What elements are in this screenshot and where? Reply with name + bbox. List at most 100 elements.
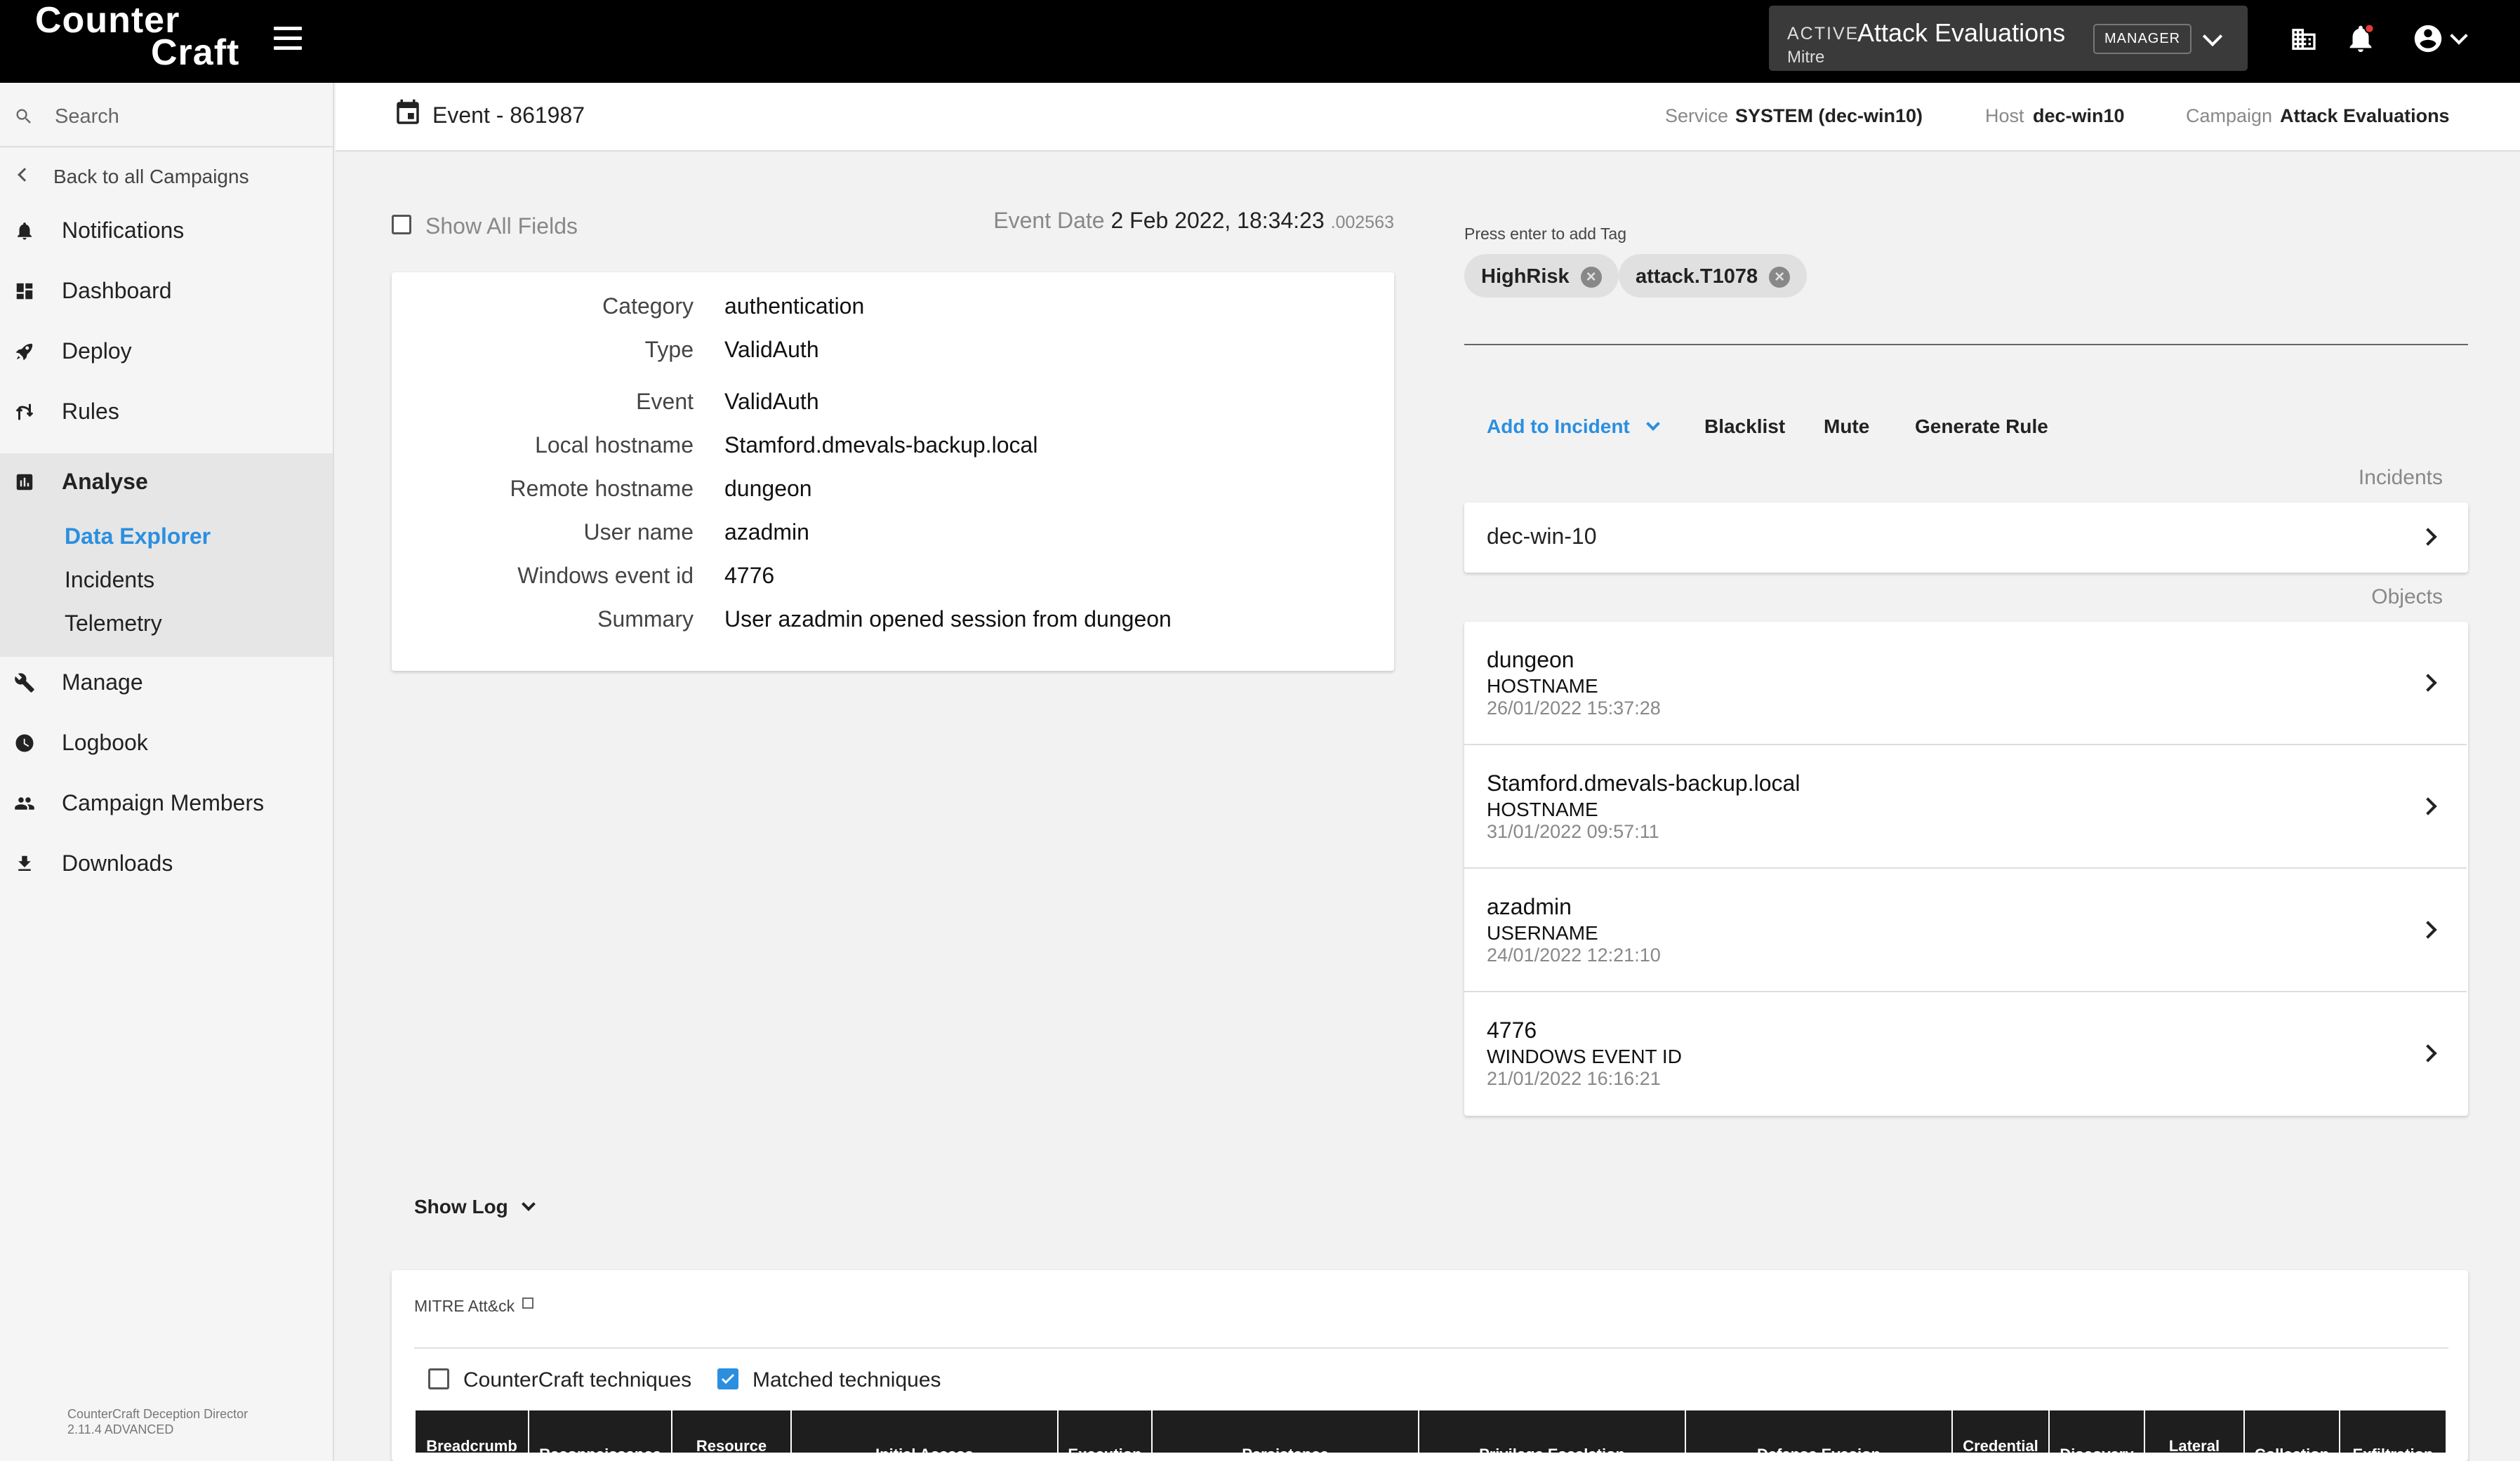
sidebar-item-downloads[interactable]: Downloads: [0, 834, 333, 894]
incident-name: dec-win-10: [1487, 523, 1597, 549]
sidebar-item-deploy[interactable]: Deploy: [0, 321, 333, 382]
chevron-right-icon: [2419, 921, 2437, 939]
field-value: dungeon: [724, 476, 812, 501]
sidebar-item-label: Dashboard: [62, 278, 172, 303]
object-type: HOSTNAME: [1487, 799, 1598, 820]
matrix-column-header: Reconnaissance: [529, 1410, 671, 1453]
cc-techniques-checkbox[interactable]: [428, 1368, 449, 1389]
tag-input-underline[interactable]: [1464, 344, 2468, 345]
sidebar-search[interactable]: Search: [0, 83, 333, 147]
sidebar-sub-data-explorer[interactable]: Data Explorer: [65, 523, 211, 549]
search-placeholder: Search: [55, 105, 119, 128]
show-log-button[interactable]: Show Log: [414, 1196, 536, 1218]
rocket-icon: [15, 343, 33, 361]
object-item[interactable]: 4776 WINDOWS EVENT ID 21/01/2022 16:16:2…: [1464, 992, 2467, 1116]
event-date-label: Event Date: [993, 208, 1105, 233]
divider: [414, 1347, 2448, 1349]
object-item[interactable]: azadmin USERNAME 24/01/2022 12:21:10: [1464, 869, 2467, 992]
object-date: 26/01/2022 15:37:28: [1487, 698, 1661, 719]
event-header: Event - 861987 Service SYSTEM (dec-win10…: [336, 83, 2520, 152]
field-key: Windows event id: [517, 563, 694, 588]
add-to-incident-label: Add to Incident: [1487, 415, 1630, 437]
field-value: User azadmin opened session from dungeon: [724, 606, 1172, 632]
account-icon[interactable]: [2412, 22, 2444, 55]
field-value: 4776: [724, 563, 775, 588]
remove-tag-icon[interactable]: ×: [1769, 267, 1791, 288]
matched-techniques-checkbox[interactable]: [717, 1368, 738, 1389]
show-log-label: Show Log: [414, 1196, 508, 1218]
download-icon: [18, 855, 31, 871]
mute-button[interactable]: Mute: [1824, 415, 1869, 438]
object-item[interactable]: dungeon HOSTNAME 26/01/2022 15:37:28: [1464, 622, 2467, 745]
field-key: Event: [636, 389, 694, 414]
sidebar-item-dashboard[interactable]: Dashboard: [0, 261, 333, 321]
chevron-down-icon: [2202, 26, 2223, 47]
object-date: 24/01/2022 12:21:10: [1487, 945, 1661, 966]
sidebar-sub-incidents[interactable]: Incidents: [65, 567, 154, 593]
objects-list: dungeon HOSTNAME 26/01/2022 15:37:28 Sta…: [1464, 622, 2468, 1116]
sidebar-item-label: Analyse: [62, 469, 148, 494]
event-fields-card: Category authentication Type ValidAuth E…: [392, 272, 1394, 671]
building-icon[interactable]: [2290, 25, 2318, 53]
campaign-label: Campaign: [2186, 105, 2273, 126]
object-date: 21/01/2022 16:16:21: [1487, 1068, 1661, 1089]
incidents-heading: Incidents: [2358, 466, 2443, 489]
clock-icon: [15, 734, 34, 752]
field-value: ValidAuth: [724, 337, 819, 362]
chevron-down-icon: [521, 1197, 536, 1211]
sidebar: Search Back to all Campaigns Notificatio…: [0, 83, 334, 1461]
sidebar-item-label: Logbook: [62, 730, 148, 755]
sidebar-item-campaign-members[interactable]: Campaign Members: [0, 773, 333, 834]
wrench-icon: [15, 673, 34, 693]
sidebar-item-manage[interactable]: Manage: [0, 653, 333, 713]
sidebar-item-label: Campaign Members: [62, 790, 265, 815]
check-icon: [721, 1373, 735, 1385]
matrix-column-header: Execution: [1059, 1410, 1151, 1453]
object-type: USERNAME: [1487, 922, 1598, 944]
field-key: Remote hostname: [510, 476, 694, 501]
object-name: azadmin: [1487, 894, 1572, 919]
event-date-value: 2 Feb 2022, 18:34:23: [1110, 208, 1325, 233]
object-item[interactable]: Stamford.dmevals-backup.local HOSTNAME 3…: [1464, 745, 2467, 869]
matrix-column-header: Credential: [1953, 1410, 2048, 1453]
back-label: Back to all Campaigns: [53, 166, 249, 187]
sidebar-sub-telemetry[interactable]: Telemetry: [65, 611, 162, 636]
matrix-column-header: Lateral: [2145, 1410, 2243, 1453]
notifications-bell-icon[interactable]: [2345, 22, 2377, 55]
tag-label: attack.T1078: [1636, 265, 1758, 288]
service-label: Service: [1665, 105, 1729, 126]
back-to-campaigns[interactable]: Back to all Campaigns: [0, 149, 333, 198]
sidebar-item-label: Rules: [62, 399, 119, 424]
field-key: Summary: [597, 606, 694, 632]
matched-techniques-label: Matched techniques: [752, 1368, 941, 1392]
show-all-fields-checkbox[interactable]: [392, 215, 411, 234]
sidebar-item-rules[interactable]: Rules: [0, 382, 333, 442]
menu-icon[interactable]: [274, 27, 302, 52]
field-value: authentication: [724, 293, 865, 319]
remove-tag-icon[interactable]: ×: [1580, 267, 1602, 288]
sidebar-item-logbook[interactable]: Logbook: [0, 713, 333, 773]
object-name: dungeon: [1487, 647, 1574, 672]
campaign-name: Attack Evaluations: [1857, 18, 2066, 47]
sidebar-item-notifications[interactable]: Notifications: [0, 201, 333, 261]
chevron-right-icon: [2419, 797, 2437, 815]
host-label: Host: [1985, 105, 2024, 126]
sidebar-item-analyse[interactable]: Analyse: [0, 452, 333, 512]
search-icon: [16, 109, 31, 124]
field-value: Stamford.dmevals-backup.local: [724, 432, 1038, 458]
tag-chip[interactable]: attack.T1078 ×: [1619, 254, 1808, 298]
object-date: 31/01/2022 09:57:11: [1487, 821, 1659, 842]
campaign-selector[interactable]: ACTIVE Attack Evaluations Mitre MANAGER: [1769, 6, 2248, 71]
mitre-card: MITRE Att&ck CounterCraft techniques Mat…: [392, 1270, 2468, 1461]
blacklist-button[interactable]: Blacklist: [1704, 415, 1785, 438]
incident-item[interactable]: dec-win-10: [1464, 502, 2468, 573]
add-to-incident-button[interactable]: Add to Incident: [1487, 415, 1660, 438]
tag-label: HighRisk: [1481, 265, 1570, 288]
countercraft-logo[interactable]: Counter Craft: [35, 2, 246, 77]
generate-rule-button[interactable]: Generate Rule: [1915, 415, 2048, 438]
mitre-matrix-header: Breadcrumb Reconnaissance Resource Initi…: [416, 1410, 2446, 1461]
campaign-org: Mitre: [1787, 48, 1825, 67]
chevron-right-icon: [2419, 528, 2437, 546]
mitre-title[interactable]: MITRE Att&ck: [414, 1297, 533, 1316]
tag-chip[interactable]: HighRisk ×: [1464, 254, 1619, 298]
